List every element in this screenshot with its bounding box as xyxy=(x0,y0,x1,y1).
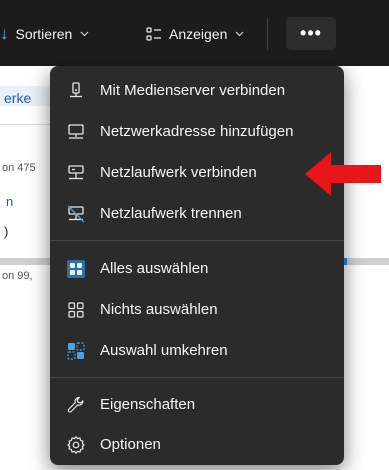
menu-separator xyxy=(50,377,344,378)
item-text-fragment: ) xyxy=(4,224,9,239)
annotation-arrow-icon xyxy=(305,152,381,196)
menu-item-label: Netzwerkadresse hinzufügen xyxy=(100,123,294,140)
menu-item-disconnect-network-drive[interactable]: Netzlaufwerk trennen xyxy=(54,195,340,233)
menu-item-properties[interactable]: Eigenschaften xyxy=(54,386,340,424)
menu-item-label: Netzlaufwerk verbinden xyxy=(100,164,257,181)
map-network-drive-icon xyxy=(66,163,86,183)
menu-item-add-network-address[interactable]: Netzwerkadresse hinzufügen xyxy=(54,113,340,151)
view-button[interactable]: Anzeigen xyxy=(146,20,244,48)
menu-item-label: Mit Medienserver verbinden xyxy=(100,82,286,99)
menu-item-label: Alles auswählen xyxy=(100,260,209,277)
divider xyxy=(0,124,50,125)
sort-arrow-icon: ↓ xyxy=(0,24,9,43)
menu-item-label: Optionen xyxy=(100,436,161,453)
more-options-label: ••• xyxy=(300,23,322,43)
menu-item-select-all[interactable]: Alles auswählen xyxy=(54,250,340,288)
menu-item-select-none[interactable]: Nichts auswählen xyxy=(54,291,340,329)
command-bar: ↓ Sortieren Anzeigen ••• xyxy=(0,0,389,66)
sort-label: Sortieren xyxy=(15,26,73,42)
item-name-fragment[interactable]: erke xyxy=(4,90,31,106)
menu-item-invert-selection[interactable]: Auswahl umkehren xyxy=(54,332,340,370)
invert-selection-icon xyxy=(66,341,86,361)
media-server-icon xyxy=(66,81,86,101)
item-name-fragment[interactable]: n xyxy=(6,194,13,209)
menu-item-label: Netzlaufwerk trennen xyxy=(100,205,242,222)
menu-item-label: Auswahl umkehren xyxy=(100,342,228,359)
menu-item-connect-media-server[interactable]: Mit Medienserver verbinden xyxy=(54,72,340,110)
chevron-down-icon xyxy=(235,31,244,37)
drive-usage-bar xyxy=(0,258,50,265)
select-all-icon xyxy=(66,259,86,279)
sort-button[interactable]: ↓ Sortieren xyxy=(0,20,89,48)
network-address-icon xyxy=(66,122,86,142)
select-none-icon xyxy=(66,300,86,320)
menu-item-map-network-drive[interactable]: Netzlaufwerk verbinden xyxy=(54,154,340,192)
size-text-fragment: on 99, xyxy=(2,270,33,282)
chevron-down-icon xyxy=(80,31,89,37)
menu-separator xyxy=(50,240,344,241)
view-label: Anzeigen xyxy=(169,26,228,42)
more-options-menu: Mit Medienserver verbinden Netzwerkadres… xyxy=(50,66,344,465)
menu-item-label: Eigenschaften xyxy=(100,396,196,413)
gear-icon xyxy=(66,435,86,455)
wrench-icon xyxy=(66,395,86,415)
size-text-fragment: on 475 xyxy=(2,162,36,174)
more-options-button[interactable]: ••• xyxy=(286,17,336,50)
disconnect-network-drive-icon xyxy=(66,204,86,224)
toolbar-divider xyxy=(267,18,268,50)
menu-item-label: Nichts auswählen xyxy=(100,301,218,318)
menu-item-options[interactable]: Optionen xyxy=(54,426,340,464)
drive-usage-bar xyxy=(344,258,389,265)
view-icon xyxy=(146,27,162,41)
drive-usage-fill xyxy=(344,258,347,265)
